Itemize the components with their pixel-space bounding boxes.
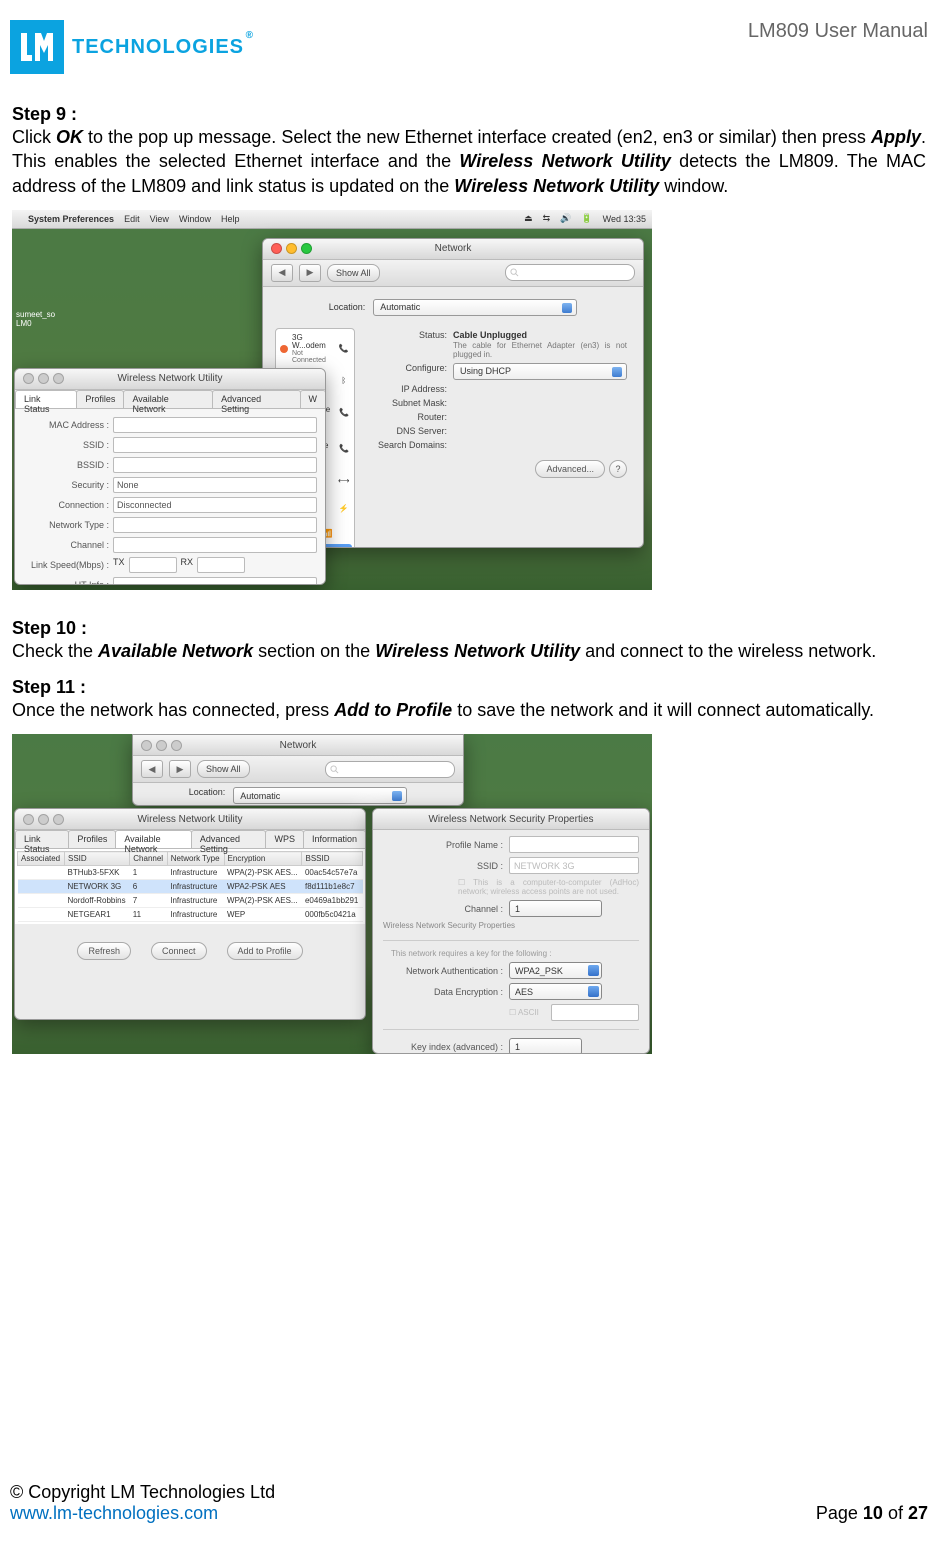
page-number: Page 10 of 27 xyxy=(816,1503,928,1524)
ascii-field[interactable] xyxy=(551,1004,639,1021)
refresh-button[interactable]: Refresh xyxy=(77,942,131,960)
wnu2-titlebar: Wireless Network Utility xyxy=(15,809,365,830)
tab-wps[interactable]: W xyxy=(300,390,327,408)
location-label: Location: xyxy=(329,302,366,312)
search-icon xyxy=(510,268,519,277)
menubar-app: System Preferences xyxy=(28,214,114,224)
network2-titlebar: Network xyxy=(133,735,463,756)
available-network-table[interactable]: Associated SSID Channel Network Type Enc… xyxy=(17,851,363,922)
network-window-title: Network xyxy=(263,243,643,254)
step10-text: Check the Available Network section on t… xyxy=(12,639,926,663)
bssid-field xyxy=(113,457,317,473)
forward-button[interactable]: ▶ xyxy=(169,760,191,778)
nettype-field xyxy=(113,517,317,533)
help-button[interactable]: ? xyxy=(609,460,627,478)
back-button[interactable]: ◀ xyxy=(271,264,293,282)
network-details: Status:Cable UnpluggedThe cable for Ethe… xyxy=(365,328,631,548)
wnu-titlebar: Wireless Network Utility xyxy=(15,369,325,390)
channel-field xyxy=(113,537,317,553)
step11-text: Once the network has connected, press Ad… xyxy=(12,698,926,722)
add-to-profile-button[interactable]: Add to Profile xyxy=(227,942,303,960)
table-row[interactable]: NETGEAR111InfrastructureWEP000fb5c0421a xyxy=(18,908,363,922)
sec-titlebar: Wireless Network Security Properties xyxy=(373,809,649,830)
connect-button[interactable]: Connect xyxy=(151,942,207,960)
menu-window: Window xyxy=(179,214,211,224)
security-field: None xyxy=(113,477,317,493)
page-footer: © Copyright LM Technologies Ltd www.lm-t… xyxy=(10,1482,928,1524)
network-window-titlebar: Network xyxy=(263,239,643,260)
security-props-window[interactable]: Wireless Network Security Properties Pro… xyxy=(372,808,650,1054)
network-toolbar: ◀ ▶ Show All xyxy=(263,260,643,287)
tab-advanced[interactable]: Advanced Setting xyxy=(191,830,267,848)
step11-heading: Step 11 : xyxy=(12,677,926,698)
rx-field xyxy=(197,557,245,573)
figure-step11: Network ◀ ▶ Show All Location: Automatic… xyxy=(12,734,652,1054)
auth-select[interactable]: WPA2_PSK xyxy=(509,962,602,979)
wnu-tabs: Link Status Profiles Available Network A… xyxy=(15,390,325,409)
menu-help: Help xyxy=(221,214,240,224)
forward-button[interactable]: ▶ xyxy=(299,264,321,282)
channel-select[interactable]: 1 xyxy=(509,900,602,917)
location-select[interactable]: Automatic xyxy=(373,299,577,316)
connection-field: Disconnected xyxy=(113,497,317,513)
tab-information[interactable]: Information xyxy=(303,830,366,848)
tab-available-network[interactable]: Available Network xyxy=(123,390,213,408)
logo-text: TECHNOLOGIES® xyxy=(72,36,244,59)
figure-step9: System Preferences Edit View Window Help… xyxy=(12,210,652,590)
tab-available-network[interactable]: Available Network xyxy=(115,830,192,848)
eject-icon: ⏏ xyxy=(524,213,533,224)
iface-3g-modem[interactable]: 3G W...odemNot Connected📞 xyxy=(278,331,352,367)
menu-view: View xyxy=(150,214,169,224)
tab-wps[interactable]: WPS xyxy=(265,830,304,848)
key-index-select[interactable]: 1 xyxy=(509,1038,582,1054)
tab-profiles[interactable]: Profiles xyxy=(68,830,116,848)
location-row: Location: Automatic xyxy=(275,295,631,322)
wnu-title: Wireless Network Utility xyxy=(15,373,325,384)
body-content: Step 9 : Click OK to the pop up message.… xyxy=(10,104,928,1054)
tab-link-status[interactable]: Link Status xyxy=(15,390,77,408)
menubar-clock: Wed 13:35 xyxy=(603,214,646,224)
step9-heading: Step 9 : xyxy=(12,104,926,125)
tx-field xyxy=(129,557,177,573)
ssid-field xyxy=(113,437,317,453)
ht-field xyxy=(113,577,317,585)
network-window-2[interactable]: Network ◀ ▶ Show All Location: Automatic xyxy=(132,734,464,806)
footer-link[interactable]: www.lm-technologies.com xyxy=(10,1503,218,1523)
tab-link-status[interactable]: Link Status xyxy=(15,830,69,848)
copyright-text: © Copyright LM Technologies Ltd xyxy=(10,1482,275,1503)
page-header: TECHNOLOGIES® LM809 User Manual xyxy=(10,20,928,74)
menu-edit: Edit xyxy=(124,214,140,224)
advanced-button[interactable]: Advanced... xyxy=(535,460,605,478)
volume-icon: 🔊 xyxy=(560,213,571,224)
back-button[interactable]: ◀ xyxy=(141,760,163,778)
configure-select[interactable]: Using DHCP xyxy=(453,363,627,380)
battery-icon: 🔋 xyxy=(581,213,592,224)
show-all-button[interactable]: Show All xyxy=(197,760,250,778)
search-icon xyxy=(330,765,339,774)
sync-icon: ⇆ xyxy=(543,213,551,224)
profile-name-field[interactable] xyxy=(509,836,639,853)
logo: TECHNOLOGIES® xyxy=(10,20,244,74)
table-row[interactable]: BTHub3-5FXK1InfrastructureWPA(2)-PSK AES… xyxy=(18,866,363,880)
tab-advanced[interactable]: Advanced Setting xyxy=(212,390,300,408)
logo-icon xyxy=(10,20,64,74)
wnu-available-window[interactable]: Wireless Network Utility Link Status Pro… xyxy=(14,808,366,1020)
desktop-user: sumeet_soLM0 xyxy=(16,310,55,328)
search-input[interactable] xyxy=(325,761,455,778)
doc-title: LM809 User Manual xyxy=(748,20,928,43)
wnu-window[interactable]: Wireless Network Utility Link Status Pro… xyxy=(14,368,326,585)
table-row[interactable]: NETWORK 3G6InfrastructureWPA2-PSK AESf8d… xyxy=(18,880,363,894)
search-input[interactable] xyxy=(505,264,635,281)
mac-menubar: System Preferences Edit View Window Help… xyxy=(12,210,652,229)
tab-profiles[interactable]: Profiles xyxy=(76,390,124,408)
step9-text: Click OK to the pop up message. Select t… xyxy=(12,125,926,198)
enc-select[interactable]: AES xyxy=(509,983,602,1000)
step10-heading: Step 10 : xyxy=(12,618,926,639)
show-all-button[interactable]: Show All xyxy=(327,264,380,282)
table-row[interactable]: Nordoff-Robbins7InfrastructureWPA(2)-PSK… xyxy=(18,894,363,908)
location-select-2[interactable]: Automatic xyxy=(233,787,407,804)
mac-field xyxy=(113,417,317,433)
ssid-field[interactable]: NETWORK 3G xyxy=(509,857,639,874)
